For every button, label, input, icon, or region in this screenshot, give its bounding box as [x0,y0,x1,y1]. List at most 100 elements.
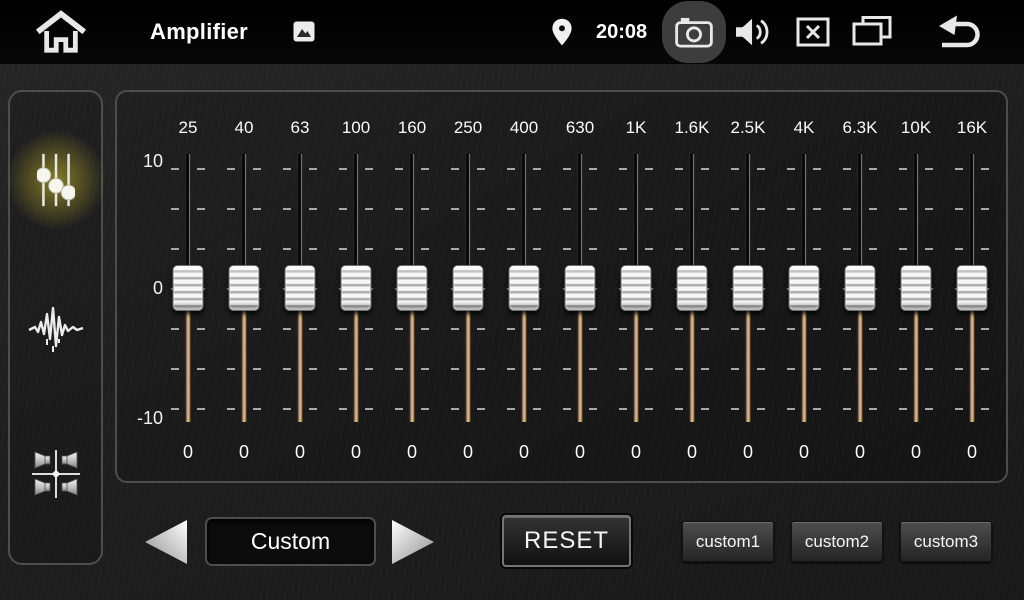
slider-tick [253,208,261,210]
slider-tick [589,248,597,250]
slider-tick [171,328,179,330]
eq-band-4K: 4K0 [776,92,832,481]
location-status [551,17,573,47]
slider-tick [899,168,907,170]
slider-thumb[interactable] [509,265,540,311]
slider-thumb[interactable] [901,265,932,311]
slider-tick [813,408,821,410]
slider-tick [197,168,205,170]
custom1-button[interactable]: custom1 [682,521,774,562]
slider-thumb[interactable] [229,265,260,311]
slider-tick [421,328,429,330]
band-slider [608,154,664,422]
slider-tick [701,208,709,210]
band-freq-label: 2.5K [720,118,776,138]
sidebar-item-balance-fader[interactable] [10,440,101,508]
slider-thumb[interactable] [621,265,652,311]
slider-tick [645,168,653,170]
slider-tick [395,248,403,250]
slider-tick [451,168,459,170]
slider-tick [925,208,933,210]
eq-sliders-icon [37,151,75,209]
close-window-button[interactable] [796,17,830,47]
slider-tick [813,328,821,330]
custom3-button[interactable]: custom3 [900,521,992,562]
slider-thumb[interactable] [453,265,484,311]
scale-label-max: 10 [123,151,163,172]
slider-tick [197,368,205,370]
home-button[interactable] [36,10,86,54]
band-freq-label: 40 [216,118,272,138]
band-freq-label: 100 [328,118,384,138]
slider-tick [955,168,963,170]
close-window-icon [796,17,830,47]
slider-tick [171,168,179,170]
gallery-indicator[interactable] [293,21,315,42]
eq-band-10K: 10K0 [888,92,944,481]
eq-band-630: 6300 [552,92,608,481]
preset-selector[interactable]: Custom [205,517,376,566]
slider-tick [645,208,653,210]
slider-tick [533,248,541,250]
slider-thumb[interactable] [285,265,316,311]
slider-tick [619,248,627,250]
slider-tick [675,368,683,370]
band-value: 0 [384,442,440,463]
balance-fader-icon [27,445,85,503]
slider-thumb[interactable] [173,265,204,311]
sidebar-item-waveform[interactable] [10,297,101,361]
sidebar-item-equalizer[interactable] [10,140,101,220]
slider-thumb[interactable] [733,265,764,311]
slider-thumb[interactable] [397,265,428,311]
slider-thumb[interactable] [565,265,596,311]
band-slider [832,154,888,422]
slider-tick [589,168,597,170]
slider-thumb[interactable] [957,265,988,311]
recent-apps-button[interactable] [852,15,892,48]
slider-tick [701,248,709,250]
camera-icon [675,17,713,48]
previous-preset-button[interactable] [145,520,187,564]
slider-tick [675,328,683,330]
slider-tick [645,328,653,330]
slider-thumb[interactable] [789,265,820,311]
slider-tick [843,168,851,170]
eq-band-250: 2500 [440,92,496,481]
slider-tick [395,408,403,410]
band-slider [216,154,272,422]
band-freq-label: 25 [160,118,216,138]
slider-tick [925,328,933,330]
custom2-button[interactable]: custom2 [791,521,883,562]
camera-button[interactable] [662,1,726,63]
slider-thumb[interactable] [677,265,708,311]
band-slider [552,154,608,422]
slider-thumb[interactable] [341,265,372,311]
slider-tick [787,408,795,410]
slider-tick [619,168,627,170]
slider-tick [981,208,989,210]
scale-label-zero: 0 [123,278,163,299]
slider-tick [843,408,851,410]
slider-tick [171,368,179,370]
slider-tick [507,248,515,250]
next-preset-button[interactable] [392,520,434,564]
volume-button[interactable] [734,15,772,49]
slider-tick [533,208,541,210]
slider-tick [477,168,485,170]
slider-tick [675,408,683,410]
slider-tick [283,408,291,410]
slider-tick [731,208,739,210]
reset-button[interactable]: RESET [502,515,631,567]
slider-tick [899,208,907,210]
band-value: 0 [552,442,608,463]
slider-tick [757,208,765,210]
slider-thumb[interactable] [845,265,876,311]
slider-tick [869,208,877,210]
band-value: 0 [160,442,216,463]
back-button[interactable] [934,11,986,51]
slider-tick [227,328,235,330]
slider-tick [451,368,459,370]
slider-tick [869,248,877,250]
slider-tick [675,248,683,250]
slider-tick [731,408,739,410]
